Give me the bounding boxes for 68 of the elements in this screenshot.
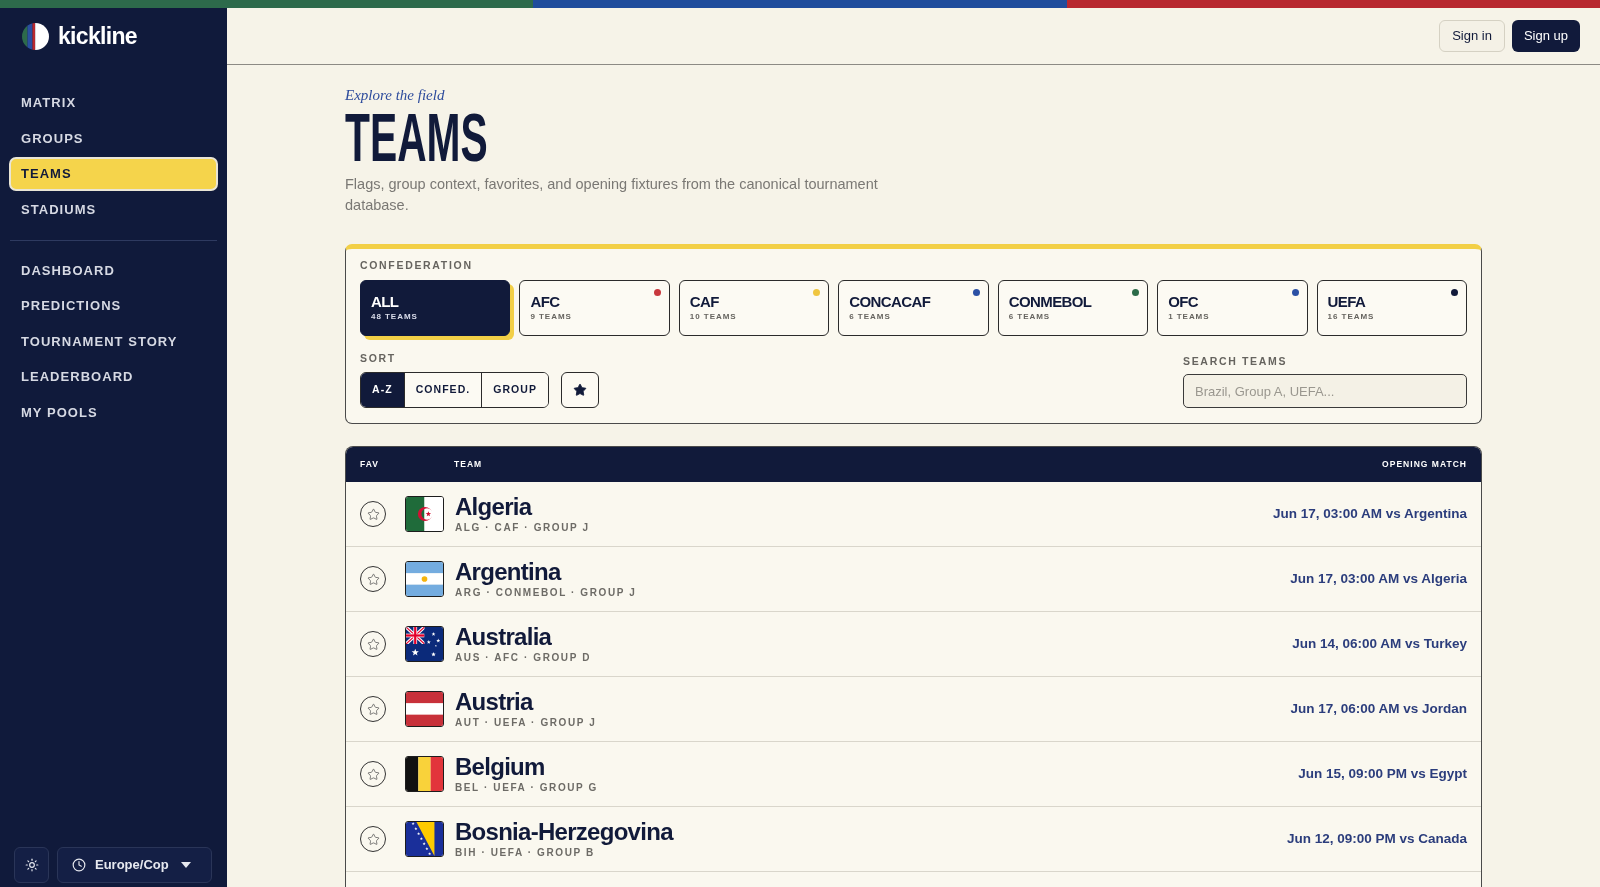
star-icon <box>366 507 380 521</box>
page-eyebrow: Explore the field <box>345 86 445 104</box>
opening-match: Jun 15, 09:00 PM vs Egypt <box>1298 764 1467 783</box>
team-meta: AUT · UEFA · GROUP J <box>455 717 597 729</box>
sign-in-button[interactable]: Sign in <box>1439 20 1505 52</box>
column-header: TEAM <box>454 458 483 471</box>
star-icon <box>366 832 380 846</box>
theme-toggle-button[interactable] <box>14 847 49 883</box>
confederation-card[interactable]: CONMEBOL 6 TEAMS <box>997 280 1149 336</box>
brand-name: kickline <box>58 24 137 48</box>
opening-match: Jun 14, 06:00 AM vs Turkey <box>1292 634 1467 653</box>
confederation-card[interactable]: OFC 1 TEAMS <box>1157 280 1308 336</box>
column-header: FAV <box>360 458 380 471</box>
team-meta: ALG · CAF · GROUP J <box>455 522 590 534</box>
opening-match: Jun 17, 06:00 AM vs Jordan <box>1290 699 1467 718</box>
sort-option[interactable]: A-Z <box>361 373 404 407</box>
opening-match: Jun 17, 03:00 AM vs Argentina <box>1272 504 1467 523</box>
nav-item[interactable]: STADIUMS <box>9 192 218 227</box>
sun-icon <box>24 858 39 872</box>
austria-flag-icon <box>405 691 444 727</box>
nav-item[interactable]: TOURNAMENT STORY <box>9 324 218 359</box>
nav-item[interactable]: LEADERBOARD <box>9 360 218 394</box>
team-meta: BIH · UEFA · GROUP B <box>455 847 596 859</box>
team-name: Algeria <box>455 494 533 520</box>
caret-icon <box>181 862 191 868</box>
star-icon <box>366 767 380 781</box>
team-name: Argentina <box>455 559 563 585</box>
argentina-flag-icon <box>405 561 444 597</box>
confederation-card[interactable]: UEFA 16 TEAMS <box>1316 280 1467 336</box>
team-meta: AUS · AFC · GROUP D <box>455 652 591 664</box>
team-name: Belgium <box>455 754 546 780</box>
search-label: SEARCH TEAMS <box>1183 355 1289 368</box>
team-name: Bosnia-Herzegovina <box>455 819 673 845</box>
nav-item[interactable]: MY POOLS <box>9 395 218 430</box>
star-icon <box>366 572 380 586</box>
bosnia-flag-icon <box>405 821 444 857</box>
star-icon <box>366 702 380 716</box>
nav-item[interactable]: MATRIX <box>9 86 218 120</box>
team-name: Austria <box>455 689 535 715</box>
filter-label: CONFEDERATION <box>360 259 474 272</box>
sign-up-button[interactable]: Sign up <box>1511 20 1580 52</box>
algeria-flag-icon <box>405 496 444 532</box>
confederation-card[interactable]: CONCACAF 6 TEAMS <box>838 280 989 336</box>
star-icon <box>573 383 588 397</box>
logo-icon <box>22 22 49 50</box>
timezone-select[interactable]: Europe/Cop <box>57 847 212 883</box>
opening-match: Jun 17, 03:00 AM vs Algeria <box>1290 569 1467 588</box>
page-title: TEAMS <box>345 108 488 166</box>
nav-item[interactable]: TEAMS <box>9 157 218 191</box>
column-header: OPENING MATCH <box>1382 458 1467 471</box>
team-name: Australia <box>455 624 553 650</box>
nav-item[interactable]: DASHBOARD <box>9 253 218 288</box>
belgium-flag-icon <box>405 756 444 792</box>
page-description: Flags, group context, favorites, and opening fixtures from the canonical tournament database. <box>345 175 879 215</box>
confederation-card[interactable]: AFC 9 TEAMS <box>519 280 670 336</box>
search-field[interactable]: Brazil, Group A, UEFA... <box>1183 374 1467 408</box>
opening-match: Jun 12, 09:00 PM vs Canada <box>1286 829 1467 848</box>
clock-icon <box>72 858 86 872</box>
sort-option[interactable]: GROUP <box>481 373 549 407</box>
favorites-filter-button[interactable] <box>561 372 600 408</box>
team-meta: ARG · CONMEBOL · GROUP J <box>455 587 637 599</box>
confederation-card[interactable]: CAF 10 TEAMS <box>678 280 830 336</box>
filter-label: SORT <box>360 352 397 365</box>
australia-flag-icon <box>405 626 444 662</box>
nav-item[interactable]: GROUPS <box>9 121 218 156</box>
star-icon <box>366 637 380 651</box>
team-meta: BEL · UEFA · GROUP G <box>455 782 598 794</box>
nav-item[interactable]: PREDICTIONS <box>9 289 218 323</box>
